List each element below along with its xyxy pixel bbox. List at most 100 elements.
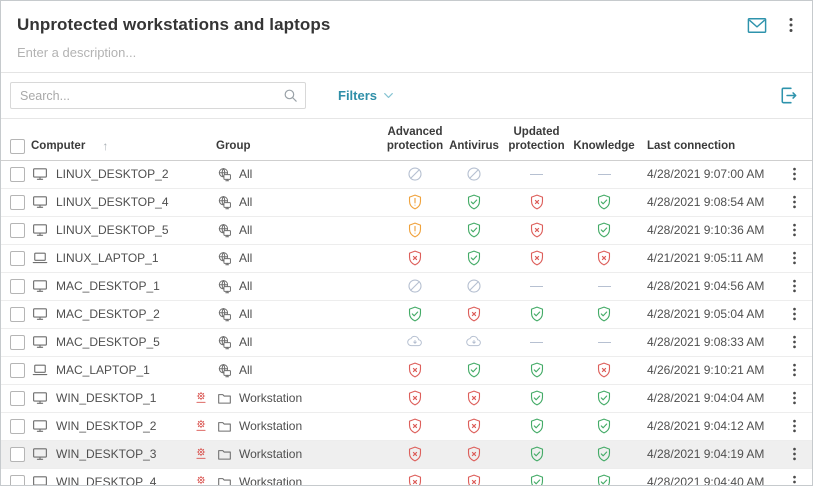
status-ok-icon [465,249,483,267]
row-checkbox[interactable] [10,475,25,486]
group-name: Workstation [239,419,302,433]
kebab-menu-icon [788,250,801,266]
kebab-menu-icon [788,474,801,486]
row-checkbox[interactable] [10,391,25,406]
row-menu-button[interactable] [776,418,812,434]
computer-name[interactable]: MAC_LAPTOP_1 [56,363,150,377]
row-checkbox[interactable] [10,335,25,350]
table-row[interactable]: LINUX_DESKTOP_2All4/28/2021 9:07:00 AM [1,161,812,189]
all-group-icon-wrap [216,166,233,183]
row-checkbox[interactable] [10,167,25,182]
column-header-computer[interactable]: Computer ↑ [31,139,193,154]
kebab-menu-icon [788,446,801,462]
filters-button[interactable]: Filters [338,87,395,105]
row-menu-button[interactable] [776,474,812,486]
table-row[interactable]: WIN_DESKTOP_1Workstation4/28/2021 9:04:0… [1,385,812,413]
knowledge-status [569,305,639,323]
search-box[interactable] [10,82,306,109]
export-button[interactable] [777,84,800,107]
virus-alert-icon [193,390,209,406]
virus-alert-icon [193,446,209,462]
status-error-icon [465,305,483,323]
table-row[interactable]: WIN_DESKTOP_2Workstation4/28/2021 9:04:1… [1,413,812,441]
computer-name[interactable]: LINUX_DESKTOP_5 [56,223,169,237]
computer-name[interactable]: LINUX_DESKTOP_4 [56,195,169,209]
desktop-icon [31,221,49,239]
all-group-icon-wrap [216,250,233,267]
description-input[interactable] [17,45,787,60]
advanced-protection-status [386,417,444,435]
row-menu-button[interactable] [776,446,812,462]
computer-name[interactable]: MAC_DESKTOP_5 [56,335,160,349]
updated-protection-status [504,286,569,287]
updated-protection-status [504,174,569,175]
search-input[interactable] [10,82,306,109]
search-icon [282,87,299,109]
computer-name[interactable]: MAC_DESKTOP_1 [56,279,160,293]
knowledge-status [569,473,639,486]
group-name: All [239,363,252,377]
row-menu-button[interactable] [776,166,812,182]
toolbar: Filters [1,73,812,118]
row-menu-button[interactable] [776,278,812,294]
table-row[interactable]: LINUX_LAPTOP_1All4/21/2021 9:05:11 AM [1,245,812,273]
row-checkbox[interactable] [10,419,25,434]
knowledge-status [569,193,639,211]
computer-name[interactable]: WIN_DESKTOP_3 [56,447,156,461]
row-menu-button[interactable] [776,306,812,322]
table-row[interactable]: MAC_DESKTOP_1All4/28/2021 9:04:56 AM [1,273,812,301]
row-checkbox[interactable] [10,195,25,210]
computer-name[interactable]: LINUX_DESKTOP_2 [56,167,169,181]
status-ok-icon [528,361,546,379]
row-checkbox[interactable] [10,363,25,378]
row-checkbox[interactable] [10,279,25,294]
filters-label: Filters [338,88,377,103]
table-row[interactable]: WIN_DESKTOP_3Workstation4/28/2021 9:04:1… [1,441,812,469]
row-menu-button[interactable] [776,222,812,238]
table-row[interactable]: LINUX_DESKTOP_4All4/28/2021 9:08:54 AM [1,189,812,217]
row-menu-button[interactable] [776,362,812,378]
kebab-menu-icon [788,278,801,294]
status-error-icon [465,389,483,407]
group-name: All [239,335,252,349]
row-menu-button[interactable] [776,250,812,266]
all-group-icon-wrap [216,194,233,211]
group-name: All [239,167,252,181]
computer-name[interactable]: WIN_DESKTOP_1 [56,391,156,405]
row-menu-button[interactable] [776,390,812,406]
row-checkbox[interactable] [10,251,25,266]
updated-protection-status [504,342,569,343]
row-menu-button[interactable] [776,194,812,210]
row-checkbox[interactable] [10,223,25,238]
kebab-menu-icon [788,334,801,350]
table-row[interactable]: MAC_LAPTOP_1All4/26/2021 9:10:21 AM [1,357,812,385]
computer-name[interactable]: MAC_DESKTOP_2 [56,307,160,321]
header-menu-button[interactable] [784,16,798,34]
computer-name[interactable]: WIN_DESKTOP_2 [56,419,156,433]
table-row[interactable]: MAC_DESKTOP_2All4/28/2021 9:05:04 AM [1,301,812,329]
table-row[interactable]: WIN_DESKTOP_4Workstation4/28/2021 9:04:4… [1,469,812,486]
knowledge-status [569,417,639,435]
folder-icon [216,474,233,486]
laptop-icon-wrap [31,361,49,379]
status-ok-icon [528,417,546,435]
select-all-checkbox[interactable] [10,139,25,154]
all-group-icon-wrap [216,306,233,323]
column-header-updated-protection: Updated protection [504,125,569,154]
envelope-icon [746,16,768,35]
kebab-menu-icon [784,16,798,34]
desktop-icon [31,389,49,407]
antivirus-status [444,193,504,211]
row-menu-button[interactable] [776,334,812,350]
computer-name[interactable]: LINUX_LAPTOP_1 [56,251,159,265]
status-disabled-icon [406,277,424,295]
table-row[interactable]: LINUX_DESKTOP_5All4/28/2021 9:10:36 AM [1,217,812,245]
row-checkbox[interactable] [10,447,25,462]
desktop-icon-wrap [31,473,49,486]
email-report-button[interactable] [746,16,768,35]
computer-name[interactable]: WIN_DESKTOP_4 [56,475,156,486]
knowledge-status [569,174,639,175]
table-row[interactable]: MAC_DESKTOP_5All4/28/2021 9:08:33 AM [1,329,812,357]
status-error-icon [465,417,483,435]
row-checkbox[interactable] [10,307,25,322]
